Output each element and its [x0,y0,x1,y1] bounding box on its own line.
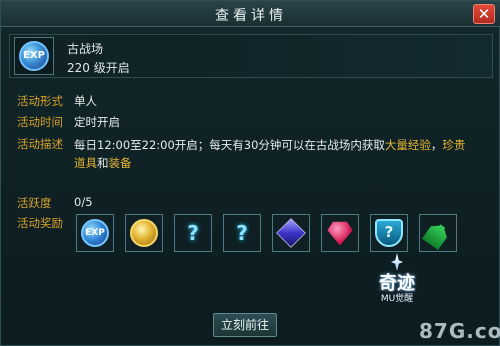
detail-dialog: 查看详情 ✕ EXP 古战场 220 级开启 活动形式 单人 活动时间 定时开启… [0,0,500,346]
activity-name: 古战场 [67,42,104,56]
time-label: 活动时间 [17,115,63,129]
mystery-scroll-icon: ? [236,221,248,245]
exp-orb-icon: EXP [81,219,109,247]
site-watermark: 87G.com [419,319,500,343]
logo-subtitle: MU觉醒 [380,294,414,304]
description-separator: ， [430,138,443,152]
red-gem-icon [327,221,353,246]
mystery-shield-icon: ? [375,219,403,247]
game-logo: 奇迹 MU觉醒 [355,253,439,313]
form-label: 活动形式 [17,94,63,108]
activity-icon-frame: EXP [14,37,54,75]
reward-slot-3[interactable]: ? [174,214,212,252]
activity-level: 220 级开启 [67,61,130,75]
description-conjunction: 和 [97,156,109,170]
activity-points-value: 0/5 [74,195,93,209]
blue-crystal-icon [276,218,306,248]
reward-slot-7[interactable]: ? [370,214,408,252]
description-highlight-exp: 大量经验 [384,138,431,152]
reward-slot-1[interactable]: EXP [76,214,114,252]
description-label: 活动描述 [17,137,63,151]
description-text: 每日12:00至22:00开启；每天有30分钟可以在古战场内获取 [74,138,385,152]
activity-points-label: 活跃度 [17,196,52,210]
mystery-scroll-icon: ? [187,221,199,245]
reward-slot-5[interactable] [272,214,310,252]
green-potion-icon [419,214,458,253]
go-now-button[interactable]: 立刻前往 [213,313,277,337]
rewards-label: 活动奖励 [17,216,63,230]
activity-description: 每日12:00至22:00开启；每天有30分钟可以在古战场内获取大量经验，珍贵道… [74,136,474,172]
time-value: 定时开启 [74,115,120,129]
exp-orb-icon: EXP [19,41,49,71]
dialog-titlebar: 查看详情 ✕ [1,1,500,27]
description-highlight-equipment: 装备 [108,156,132,170]
reward-slot-4[interactable]: ? [223,214,261,252]
reward-slot-6[interactable] [321,214,359,252]
close-button[interactable]: ✕ [473,4,495,24]
dialog-title: 查看详情 [215,8,287,24]
reward-slot-8[interactable] [419,214,457,252]
reward-slot-2[interactable] [125,214,163,252]
form-value: 单人 [74,94,97,108]
gold-coin-icon [130,219,158,247]
